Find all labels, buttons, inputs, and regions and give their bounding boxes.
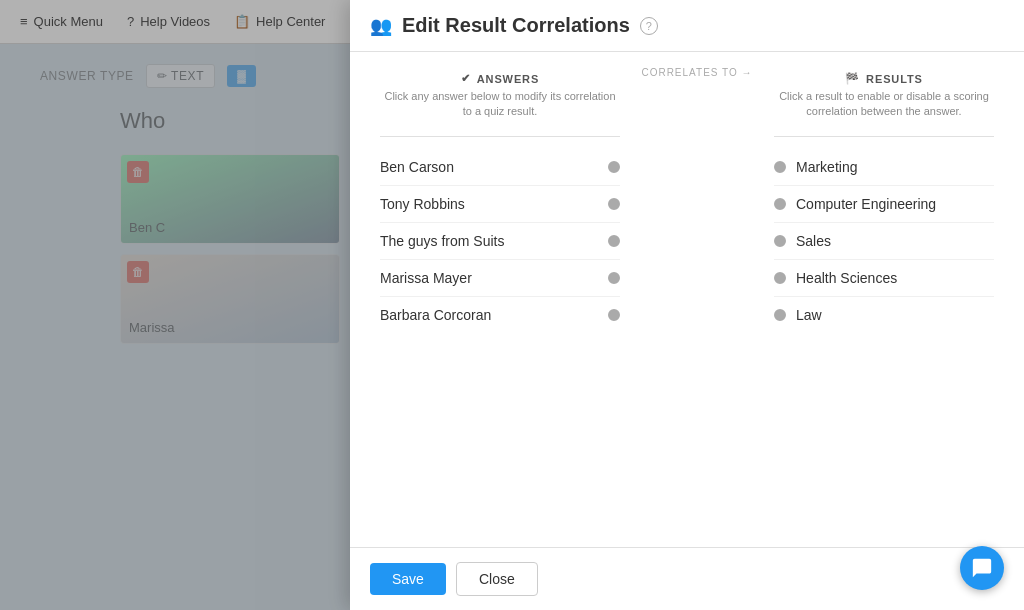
result-dot-4 <box>774 272 786 284</box>
result-label-3: Sales <box>796 233 831 249</box>
answer-label-2: Tony Robbins <box>380 196 465 212</box>
result-row-3[interactable]: Sales <box>774 223 994 260</box>
answer-dot-3 <box>608 235 620 247</box>
answer-row-4[interactable]: Marissa Mayer <box>380 260 620 297</box>
check-icon: ✔ <box>461 72 471 85</box>
results-heading: 🏁 RESULTS <box>774 72 994 85</box>
answers-divider <box>380 136 620 137</box>
answer-label-5: Barbara Corcoran <box>380 307 491 323</box>
modal-edit-correlations: 👥 Edit Result Correlations ? ✔ ANSWERS C… <box>350 0 1024 610</box>
answer-row-1[interactable]: Ben Carson <box>380 149 620 186</box>
correlation-container: ✔ ANSWERS Click any answer below to modi… <box>380 72 994 527</box>
results-divider <box>774 136 994 137</box>
result-label-5: Law <box>796 307 822 323</box>
result-row-2[interactable]: Computer Engineering <box>774 186 994 223</box>
result-row-5[interactable]: Law <box>774 297 994 333</box>
results-column: 🏁 RESULTS Click a result to enable or di… <box>774 72 994 333</box>
answer-label-3: The guys from Suits <box>380 233 505 249</box>
modal-header: 👥 Edit Result Correlations ? <box>350 0 1024 52</box>
chat-bubble-button[interactable] <box>960 546 1004 590</box>
modal-footer: Save Close <box>350 547 1024 610</box>
correlates-label-container: CORRELATES TO → <box>641 67 752 78</box>
save-button[interactable]: Save <box>370 563 446 595</box>
result-label-2: Computer Engineering <box>796 196 936 212</box>
result-dot-1 <box>774 161 786 173</box>
result-row-1[interactable]: Marketing <box>774 149 994 186</box>
chat-icon <box>971 557 993 579</box>
result-label-4: Health Sciences <box>796 270 897 286</box>
flag-icon: 🏁 <box>845 72 860 85</box>
answer-label-1: Ben Carson <box>380 159 454 175</box>
answers-heading: ✔ ANSWERS <box>380 72 620 85</box>
answer-row-3[interactable]: The guys from Suits <box>380 223 620 260</box>
answer-dot-4 <box>608 272 620 284</box>
result-label-1: Marketing <box>796 159 857 175</box>
results-subtitle: Click a result to enable or disable a sc… <box>774 89 994 120</box>
answers-column: ✔ ANSWERS Click any answer below to modi… <box>380 72 620 333</box>
result-dot-2 <box>774 198 786 210</box>
correlates-to-label: CORRELATES TO → <box>641 67 752 78</box>
answer-row-2[interactable]: Tony Robbins <box>380 186 620 223</box>
help-icon[interactable]: ? <box>640 17 658 35</box>
close-button[interactable]: Close <box>456 562 538 596</box>
result-dot-5 <box>774 309 786 321</box>
answers-subtitle: Click any answer below to modify its cor… <box>380 89 620 120</box>
answer-label-4: Marissa Mayer <box>380 270 472 286</box>
answer-row-5[interactable]: Barbara Corcoran <box>380 297 620 333</box>
modal-body: ✔ ANSWERS Click any answer below to modi… <box>350 52 1024 547</box>
answer-dot-5 <box>608 309 620 321</box>
people-icon: 👥 <box>370 15 392 37</box>
result-row-4[interactable]: Health Sciences <box>774 260 994 297</box>
answer-dot-1 <box>608 161 620 173</box>
results-header: 🏁 RESULTS Click a result to enable or di… <box>774 72 994 120</box>
answer-dot-2 <box>608 198 620 210</box>
modal-title: Edit Result Correlations <box>402 14 630 37</box>
answers-header: ✔ ANSWERS Click any answer below to modi… <box>380 72 620 120</box>
result-dot-3 <box>774 235 786 247</box>
